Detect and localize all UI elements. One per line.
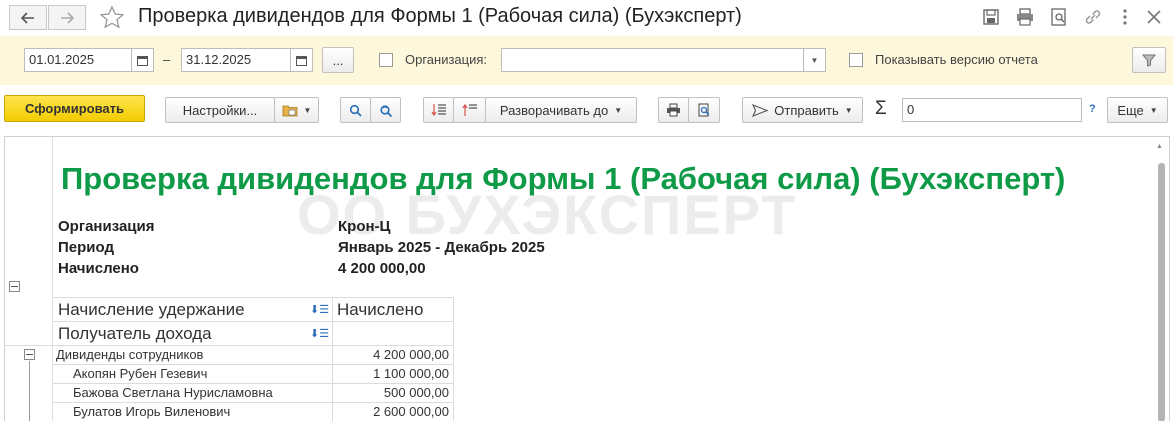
table-row-group-name[interactable]: Дивиденды сотрудников <box>56 347 203 362</box>
gutter-divider <box>5 345 53 346</box>
collapse-all-icon[interactable] <box>9 281 20 292</box>
find-button[interactable] <box>340 97 371 123</box>
date-to-calendar-button[interactable] <box>291 48 313 72</box>
date-from-calendar-button[interactable] <box>132 48 154 72</box>
table-row-value[interactable]: 2 600 000,00 <box>329 404 449 419</box>
settings-button[interactable]: Настройки... <box>165 97 275 123</box>
chevron-down-icon: ▼ <box>1149 105 1158 115</box>
sum-value-field[interactable]: 0 <box>902 98 1082 122</box>
expand-to-dropdown[interactable]: Разворачивать до ▼ <box>485 97 637 123</box>
collapse-group-icon[interactable] <box>24 349 35 360</box>
header-mid-line <box>53 321 453 322</box>
meta-label-organization: Организация <box>58 218 155 235</box>
period-select-button[interactable]: ... <box>322 47 354 73</box>
meta-value-organization: Крон-Ц <box>338 218 391 235</box>
generate-button[interactable]: Сформировать <box>4 95 145 122</box>
calendar-icon <box>296 55 307 66</box>
table-row-name[interactable]: Бажова Светлана Нурисламовна <box>73 385 273 400</box>
star-icon[interactable] <box>98 4 126 32</box>
group-tree-line <box>29 361 30 421</box>
expand-to-label: Разворачивать до <box>499 102 609 118</box>
back-arrow-icon <box>21 11 34 24</box>
scrollbar-thumb[interactable] <box>1158 163 1165 421</box>
date-separator: – <box>163 52 171 67</box>
organization-label: Организация: <box>405 52 488 67</box>
meta-value-accrued: 4 200 000,00 <box>338 260 426 277</box>
search-icon <box>349 104 362 117</box>
sort-icon[interactable]: ⬇☰ <box>310 327 329 340</box>
save-icon[interactable] <box>981 7 1001 27</box>
print-button[interactable] <box>658 97 689 123</box>
vertical-scrollbar[interactable]: ▲ <box>1153 137 1169 421</box>
collapse-levels-icon <box>431 104 446 117</box>
organization-input[interactable] <box>501 48 804 72</box>
show-version-checkbox[interactable] <box>849 53 863 67</box>
meta-label-period: Период <box>58 239 114 256</box>
report-document[interactable]: ОО БУХЭКСПЕРТ Проверка дивидендов для Фо… <box>4 136 1170 421</box>
print-preview-button[interactable] <box>688 97 720 123</box>
window-title: Проверка дивидендов для Формы 1 (Рабочая… <box>138 5 742 27</box>
meta-label-accrued: Начислено <box>58 260 139 277</box>
send-dropdown[interactable]: Отправить ▼ <box>742 97 863 123</box>
forward-arrow-icon <box>61 11 74 24</box>
column-right-border <box>453 297 454 421</box>
filter-settings-button[interactable] <box>1132 47 1166 73</box>
link-icon[interactable] <box>1083 7 1103 27</box>
find-next-button[interactable] <box>370 97 401 123</box>
help-icon[interactable]: ? <box>1089 103 1096 115</box>
show-version-label: Показывать версию отчета <box>875 52 1038 67</box>
title-bar: Проверка дивидендов для Формы 1 (Рабочая… <box>0 0 1173 36</box>
table-row-value[interactable]: 500 000,00 <box>329 385 449 400</box>
table-row-value[interactable]: 1 100 000,00 <box>329 366 449 381</box>
row-line <box>53 364 453 365</box>
close-icon[interactable] <box>1144 7 1164 27</box>
chevron-down-icon: ▼ <box>844 105 853 115</box>
more-dropdown[interactable]: Еще ▼ <box>1107 97 1168 123</box>
expand-levels-icon <box>462 103 477 116</box>
sort-icon[interactable]: ⬇☰ <box>310 303 329 316</box>
table-row-group-value[interactable]: 4 200 000,00 <box>329 347 449 362</box>
row-line <box>53 383 453 384</box>
forward-button[interactable] <box>48 5 86 30</box>
expand-groups-button[interactable] <box>453 97 486 123</box>
calendar-icon <box>137 55 148 66</box>
organization-checkbox[interactable] <box>379 53 393 67</box>
send-icon <box>752 103 769 117</box>
date-to-input[interactable]: 31.12.2025 <box>181 48 291 72</box>
header-accrual[interactable]: Начисление удержание <box>58 300 245 320</box>
header-bottom-line <box>53 345 453 346</box>
folder-icon <box>282 105 297 117</box>
print-icon[interactable] <box>1015 7 1035 27</box>
more-label: Еще <box>1117 102 1144 118</box>
collapse-groups-button[interactable] <box>423 97 454 123</box>
chevron-down-icon: ▼ <box>614 105 623 115</box>
send-label: Отправить <box>774 102 839 118</box>
chevron-down-icon: ▼ <box>303 105 312 115</box>
header-top-line <box>53 297 453 298</box>
header-recipient[interactable]: Получатель дохода <box>58 324 212 344</box>
report-toolbar: Сформировать Настройки... ▼ Разворачиват… <box>0 85 1173 135</box>
search-next-icon <box>379 104 392 117</box>
date-from-input[interactable]: 01.01.2025 <box>24 48 132 72</box>
preview-icon <box>698 103 710 117</box>
funnel-icon <box>1142 54 1156 67</box>
table-row-name[interactable]: Акопян Рубен Гезевич <box>73 366 207 381</box>
scroll-up-icon[interactable]: ▲ <box>1156 143 1163 150</box>
more-vertical-icon[interactable] <box>1115 7 1135 27</box>
print-icon <box>667 103 680 117</box>
header-accrued-column[interactable]: Начислено <box>337 300 423 320</box>
preview-icon[interactable] <box>1049 7 1069 27</box>
sum-icon: Σ <box>875 98 887 119</box>
chevron-down-icon: ▼ <box>810 55 819 65</box>
table-row-name[interactable]: Булатов Игорь Виленович <box>73 404 230 419</box>
filter-bar: 01.01.2025 – 31.12.2025 ... Организация:… <box>0 36 1173 85</box>
organization-dropdown-button[interactable]: ▼ <box>804 48 826 72</box>
variant-dropdown-button[interactable]: ▼ <box>274 97 319 123</box>
back-button[interactable] <box>9 5 47 30</box>
meta-value-period: Январь 2025 - Декабрь 2025 <box>338 239 545 256</box>
row-line <box>53 402 453 403</box>
report-title: Проверка дивидендов для Формы 1 (Рабочая… <box>61 161 1066 196</box>
